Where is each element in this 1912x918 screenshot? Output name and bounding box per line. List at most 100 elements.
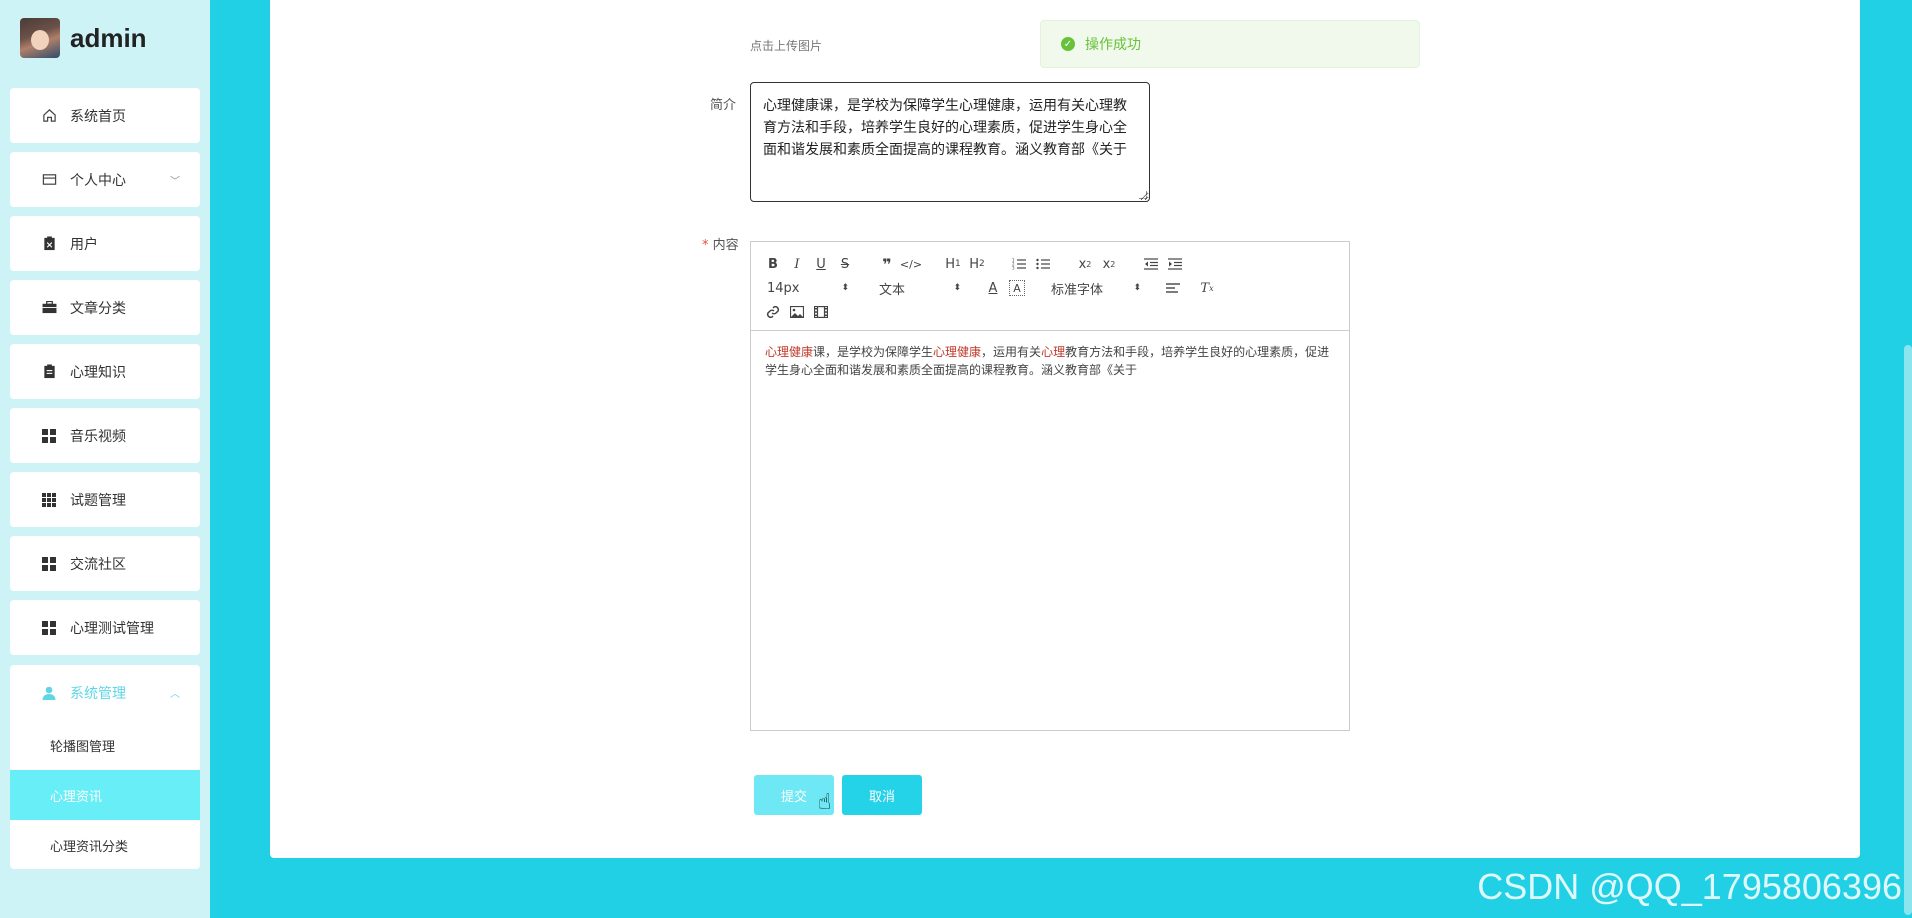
- sidebar-item-label: 心理测试管理: [70, 620, 154, 637]
- sidebar-subitem-psych-news-category[interactable]: 心理资讯分类: [10, 820, 200, 870]
- sidebar-group-system: 系统管理 ︿ 轮播图管理 心理资讯 心理资讯分类: [10, 665, 200, 869]
- sidebar-item-users[interactable]: 用户: [10, 216, 200, 271]
- bullet-list-icon[interactable]: [1031, 252, 1055, 276]
- select-arrows-icon: ⬍: [1133, 283, 1141, 293]
- sidebar-item-question-manage[interactable]: 试题管理: [10, 472, 200, 527]
- editor-text-segment: ，运用有关: [981, 345, 1042, 359]
- submit-label: 提交: [780, 789, 807, 805]
- sidebar-item-psych-knowledge[interactable]: 心理知识: [10, 344, 200, 399]
- subscript-icon[interactable]: x2: [1073, 252, 1097, 276]
- sidebar-item-music-video[interactable]: 音乐视频: [10, 408, 200, 463]
- sidebar-subitem-label: 心理资讯分类: [50, 839, 129, 855]
- font-family-value: 标准字体: [1051, 282, 1104, 298]
- check-circle-icon: ✓: [1061, 37, 1075, 51]
- image-icon[interactable]: [785, 300, 809, 324]
- bold-icon[interactable]: B: [761, 252, 785, 276]
- blockquote-icon[interactable]: ❞: [875, 252, 899, 276]
- editor-text-segment: 课，是学校为保障学生: [813, 345, 934, 359]
- heading2-icon[interactable]: H2: [965, 252, 989, 276]
- home-icon: [40, 107, 58, 125]
- svg-text:3: 3: [1012, 266, 1015, 271]
- clear-format-icon[interactable]: Tx: [1195, 276, 1219, 300]
- page-scrollbar[interactable]: [1904, 345, 1912, 915]
- cancel-button[interactable]: 取消: [842, 775, 922, 815]
- card-icon: [40, 171, 58, 189]
- hand-cursor-icon: ☝: [818, 790, 832, 815]
- brand: admin: [20, 18, 147, 58]
- editor-text-segment: 心理健康: [933, 345, 982, 359]
- intro-textarea[interactable]: 心理健康课，是学校为保障学生心理健康，运用有关心理教育方法和手段，培养学生良好的…: [750, 82, 1150, 202]
- clipboard-icon: [40, 363, 58, 381]
- editor-content[interactable]: 心理健康课，是学校为保障学生心理健康，运用有关心理教育方法和手段，培养学生良好的…: [751, 331, 1349, 391]
- sidebar-item-label: 系统管理: [70, 685, 126, 702]
- font-family-select[interactable]: 标准字体 ⬍: [1045, 279, 1141, 298]
- intro-text: 心理健康课，是学校为保障学生心理健康，运用有关心理教育方法和手段，培养学生良好的…: [763, 98, 1127, 158]
- sidebar-item-label: 文章分类: [70, 300, 126, 317]
- user-icon: [40, 684, 58, 702]
- sidebar-subitem-psych-news[interactable]: 心理资讯: [10, 770, 200, 820]
- font-color-icon[interactable]: A: [981, 276, 1005, 300]
- sidebar-item-system-manage[interactable]: 系统管理 ︿: [10, 665, 200, 720]
- form-card: 点击上传图片 ✓ 操作成功 简介 心理健康课，是学校为保障学生心理健康，运用有关…: [270, 0, 1860, 858]
- sidebar-item-label: 用户: [70, 236, 98, 253]
- sidebar-item-label: 试题管理: [70, 492, 126, 509]
- font-size-value: 14px: [767, 280, 800, 296]
- align-icon[interactable]: [1161, 276, 1185, 300]
- select-arrows-icon: ⬍: [953, 283, 961, 293]
- chevron-down-icon: ﹀: [170, 176, 180, 187]
- sidebar: admin 系统首页 个人中心 ﹀ 用户 文章分类 心理知识 音乐视频 试题管理…: [0, 0, 210, 918]
- indent-icon[interactable]: [1163, 252, 1187, 276]
- grid9-icon: [40, 491, 58, 509]
- sidebar-subitem-label: 心理资讯: [50, 789, 103, 805]
- strikethrough-icon[interactable]: S: [833, 252, 857, 276]
- background-color-icon[interactable]: A: [1009, 280, 1025, 296]
- sidebar-item-label: 交流社区: [70, 556, 126, 573]
- briefcase-icon: [40, 299, 58, 317]
- grid-icon: [40, 427, 58, 445]
- grid-icon: [40, 619, 58, 637]
- watermark: CSDN @QQ_1795806396: [1477, 866, 1902, 907]
- brand-name: admin: [70, 22, 147, 53]
- superscript-icon[interactable]: x2: [1097, 252, 1121, 276]
- font-size-select[interactable]: 14px ⬍: [761, 281, 849, 296]
- content-label-text: 内容: [712, 238, 739, 253]
- intro-label: 简介: [710, 98, 737, 113]
- content-label: * 内容: [702, 234, 739, 253]
- clipboard-icon: [40, 235, 58, 253]
- cancel-label: 取消: [868, 789, 895, 805]
- sidebar-item-label: 心理知识: [70, 364, 126, 381]
- sidebar-item-home[interactable]: 系统首页: [10, 88, 200, 143]
- toolbar-row-2: 14px ⬍ 文本 ⬍ A A 标准字体 ⬍ T x: [761, 276, 1339, 300]
- outdent-icon[interactable]: [1139, 252, 1163, 276]
- sidebar-item-label: 个人中心: [70, 172, 126, 189]
- sidebar-item-label: 音乐视频: [70, 428, 126, 445]
- upload-hint[interactable]: 点击上传图片: [750, 37, 822, 54]
- select-arrows-icon: ⬍: [841, 283, 849, 293]
- editor-toolbar: B I U S ❞ </> H1 H2 123 x2 x2 14px ⬍ 文本 …: [751, 242, 1349, 331]
- chevron-up-icon: ︿: [170, 689, 180, 700]
- toolbar-row-3: [761, 300, 1339, 324]
- resize-handle-icon[interactable]: [1139, 191, 1147, 199]
- sidebar-item-psych-test[interactable]: 心理测试管理: [10, 600, 200, 655]
- ordered-list-icon[interactable]: 123: [1007, 252, 1031, 276]
- video-icon[interactable]: [809, 300, 833, 324]
- toolbar-row-1: B I U S ❞ </> H1 H2 123 x2 x2: [761, 252, 1339, 276]
- italic-icon[interactable]: I: [785, 252, 809, 276]
- rich-text-editor: B I U S ❞ </> H1 H2 123 x2 x2 14px ⬍ 文本 …: [750, 241, 1350, 731]
- heading1-icon[interactable]: H1: [941, 252, 965, 276]
- underline-icon[interactable]: U: [809, 252, 833, 276]
- link-icon[interactable]: [761, 300, 785, 324]
- sidebar-menu: 系统首页 个人中心 ﹀ 用户 文章分类 心理知识 音乐视频 试题管理 交流社区 …: [10, 88, 200, 664]
- sidebar-item-personal[interactable]: 个人中心 ﹀: [10, 152, 200, 207]
- block-type-select[interactable]: 文本 ⬍: [873, 279, 961, 298]
- sidebar-item-label: 系统首页: [70, 108, 126, 125]
- editor-text-segment: 心理: [1041, 345, 1066, 359]
- code-block-icon[interactable]: </>: [899, 252, 923, 276]
- sidebar-item-article-category[interactable]: 文章分类: [10, 280, 200, 335]
- grid-icon: [40, 555, 58, 573]
- block-type-value: 文本: [879, 282, 906, 298]
- sidebar-subitem-carousel[interactable]: 轮播图管理: [10, 720, 200, 770]
- sidebar-item-community[interactable]: 交流社区: [10, 536, 200, 591]
- required-mark: *: [702, 238, 709, 253]
- sidebar-subitem-label: 轮播图管理: [50, 739, 116, 755]
